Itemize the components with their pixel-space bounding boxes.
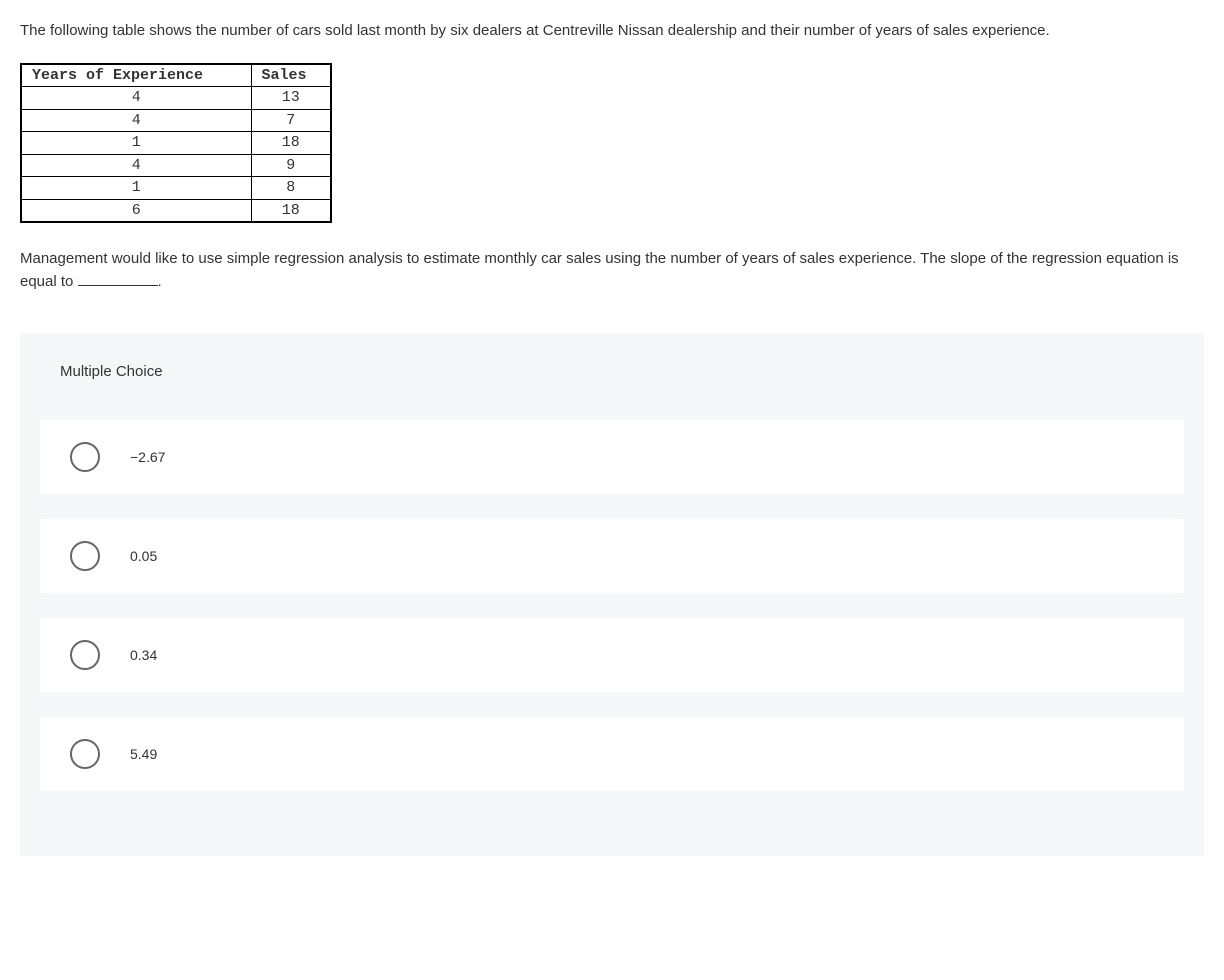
table-row: 4 13 [21,87,331,110]
table-header-experience: Years of Experience [21,64,251,87]
table-header-sales: Sales [251,64,331,87]
cell-sales: 8 [251,177,331,200]
cell-sales: 7 [251,109,331,132]
radio-icon[interactable] [70,541,100,571]
table-row: 1 18 [21,132,331,155]
option-row-1[interactable]: −2.67 [40,420,1184,494]
option-row-3[interactable]: 0.34 [40,618,1184,692]
cell-experience: 1 [21,132,251,155]
radio-icon[interactable] [70,640,100,670]
multiple-choice-container: Multiple Choice −2.67 0.05 0.34 5.49 [20,333,1204,856]
radio-icon[interactable] [70,739,100,769]
cell-experience: 1 [21,177,251,200]
option-row-4[interactable]: 5.49 [40,717,1184,791]
option-label: 0.34 [130,647,157,663]
prompt-before: Management would like to use simple regr… [20,250,1179,290]
prompt-after: . [158,273,162,290]
cell-sales: 13 [251,87,331,110]
cell-sales: 18 [251,199,331,222]
question-intro: The following table shows the number of … [20,20,1204,43]
cell-experience: 4 [21,109,251,132]
cell-experience: 4 [21,87,251,110]
cell-experience: 4 [21,154,251,177]
question-prompt: Management would like to use simple regr… [20,248,1204,293]
table-row: 1 8 [21,177,331,200]
table-row: 6 18 [21,199,331,222]
option-label: −2.67 [130,449,165,465]
table-header-row: Years of Experience Sales [21,64,331,87]
cell-experience: 6 [21,199,251,222]
cell-sales: 9 [251,154,331,177]
option-label: 5.49 [130,746,157,762]
multiple-choice-title: Multiple Choice [20,363,1204,380]
cell-sales: 18 [251,132,331,155]
option-label: 0.05 [130,548,157,564]
data-table: Years of Experience Sales 4 13 4 7 1 18 … [20,63,332,224]
blank-underline [78,285,158,286]
radio-icon[interactable] [70,442,100,472]
table-row: 4 7 [21,109,331,132]
option-row-2[interactable]: 0.05 [40,519,1184,593]
table-row: 4 9 [21,154,331,177]
